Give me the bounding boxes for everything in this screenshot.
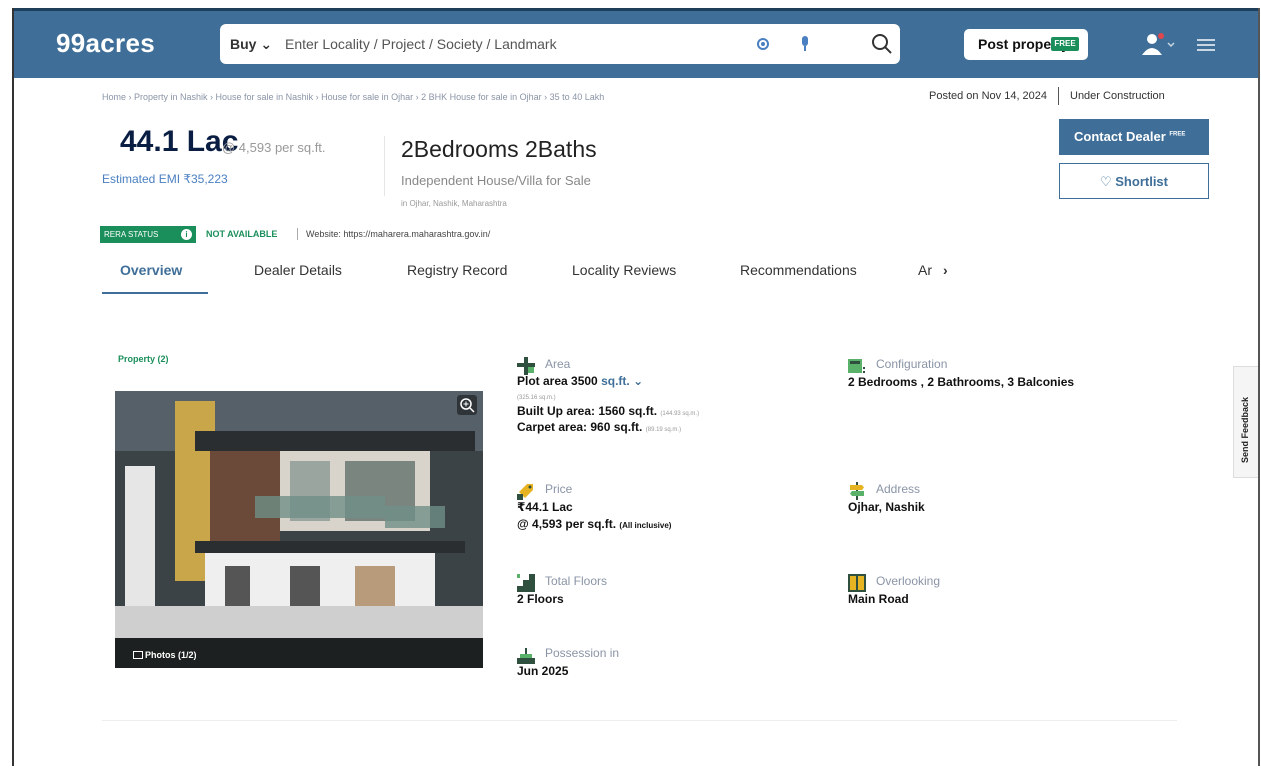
rera-status-badge: RERA STATUS i [100, 226, 196, 243]
price-tag-icon [517, 484, 533, 500]
estimated-emi-link[interactable]: Estimated EMI ₹35,223 [102, 172, 228, 186]
hamburger-menu-icon[interactable] [1197, 39, 1215, 51]
tab-locality-reviews[interactable]: Locality Reviews [572, 262, 676, 278]
site-logo[interactable]: 99acres [56, 28, 155, 59]
location-icon[interactable] [757, 38, 769, 50]
tab-dealer-details[interactable]: Dealer Details [254, 262, 342, 278]
page-frame: 99acres Buy ⌄ Enter Locality / Project /… [12, 8, 1260, 766]
configuration-value: 2 Bedrooms , 2 Bathrooms, 3 Balconies [848, 375, 1075, 389]
address-title: Address [876, 482, 921, 496]
area-block: Area Plot area 3500 sq.ft. ⌄ (325.16 sq.… [517, 357, 837, 447]
area-title: Area [545, 357, 571, 371]
tab-registry-record[interactable]: Registry Record [407, 262, 507, 278]
house-illustration [115, 391, 483, 668]
floors-icon [517, 574, 535, 592]
possession-block: Possession in Jun 2025 [517, 646, 837, 686]
unit-dropdown[interactable]: sq.ft. ⌄ [601, 374, 643, 388]
post-property-button[interactable]: Post property FREE [964, 29, 1088, 60]
search-input[interactable]: Enter Locality / Project / Society / Lan… [285, 36, 557, 52]
price-value: ₹44.1 Lac [517, 500, 573, 514]
rera-value: NOT AVAILABLE [206, 229, 278, 239]
overlooking-block: Overlooking Main Road [848, 574, 1128, 614]
search-icon[interactable] [870, 32, 894, 56]
built-up-area: Built Up area: 1560 sq.ft. (144.93 sq.m.… [517, 404, 700, 418]
address-block: Address Ojhar, Nashik [848, 482, 1128, 522]
posted-date: Posted on Nov 14, 2024 [929, 90, 1048, 102]
price-per-sqft: @ 4,593 per sq.ft. [222, 140, 326, 155]
property-photo[interactable]: Photos (1/2) [115, 391, 483, 668]
signpost-icon [850, 482, 864, 500]
send-feedback-tab[interactable]: Send Feedback [1233, 366, 1258, 478]
section-divider [102, 720, 1177, 721]
rera-website[interactable]: Website: https://maharera.maharashtra.go… [306, 229, 490, 239]
rera-divider [297, 228, 298, 240]
price-rate: @ 4,593 per sq.ft. (All inclusive) [517, 517, 672, 531]
active-tab-indicator [102, 292, 208, 294]
free-badge: FREE [1051, 37, 1079, 51]
property-count-label: Property (2) [118, 354, 169, 364]
floors-value: 2 Floors [517, 592, 564, 606]
configuration-title: Configuration [876, 357, 948, 371]
contact-dealer-button[interactable]: Contact Dealer FREE [1059, 119, 1209, 155]
buy-dropdown[interactable]: Buy ⌄ [230, 36, 272, 53]
plot-area-sqm: (325.16 sq.m.) [517, 395, 556, 401]
info-icon[interactable]: i [181, 229, 192, 240]
plot-area: Plot area 3500 sq.ft. ⌄ [517, 374, 644, 388]
photo-icon [133, 651, 143, 659]
construction-status: Under Construction [1070, 90, 1165, 102]
zoom-icon[interactable] [457, 395, 477, 415]
carpet-area: Carpet area: 960 sq.ft. (89.19 sq.m.) [517, 420, 682, 434]
photos-count-label[interactable]: Photos (1/2) [145, 650, 197, 660]
possession-icon [517, 648, 535, 664]
listing-location: in Ojhar, Nashik, Maharashtra [401, 199, 507, 208]
floors-block: Total Floors 2 Floors [517, 574, 837, 614]
tab-recommendations[interactable]: Recommendations [740, 262, 857, 278]
window-icon [848, 574, 866, 592]
search-bar[interactable]: Buy ⌄ Enter Locality / Project / Society… [220, 24, 900, 64]
area-icon [517, 357, 535, 375]
user-account-icon[interactable] [1138, 29, 1178, 59]
configuration-icon [848, 359, 865, 373]
listing-subtitle: Independent House/Villa for Sale [401, 173, 591, 188]
heart-icon: ♡ [1099, 174, 1112, 189]
overlooking-value: Main Road [848, 592, 909, 606]
chevron-right-icon[interactable]: › [943, 262, 948, 278]
price-title: Price [545, 482, 573, 496]
section-tabs: Overview Dealer Details Registry Record … [102, 262, 1062, 298]
floors-title: Total Floors [545, 574, 608, 588]
tab-overview[interactable]: Overview [120, 262, 182, 278]
price-block: Price ₹44.1 Lac @ 4,593 per sq.ft. (All … [517, 482, 837, 542]
tab-more[interactable]: Ar [918, 262, 932, 278]
address-value: Ojhar, Nashik [848, 500, 925, 514]
price-amount: 44.1 Lac [120, 125, 239, 158]
shortlist-button[interactable]: ♡ Shortlist [1059, 163, 1209, 199]
breadcrumb[interactable]: Home › Property in Nashik › House for sa… [102, 92, 604, 102]
microphone-icon[interactable] [800, 34, 810, 54]
possession-title: Possession in [545, 646, 620, 660]
top-header: 99acres Buy ⌄ Enter Locality / Project /… [14, 8, 1258, 78]
meta-divider [1058, 87, 1059, 105]
free-sup: FREE [1169, 131, 1186, 138]
price-divider [384, 136, 385, 196]
configuration-block: Configuration 2 Bedrooms , 2 Bathrooms, … [848, 357, 1128, 397]
listing-title: 2Bedrooms 2Baths [401, 136, 597, 162]
overlooking-title: Overlooking [876, 574, 941, 588]
possession-value: Jun 2025 [517, 664, 569, 678]
